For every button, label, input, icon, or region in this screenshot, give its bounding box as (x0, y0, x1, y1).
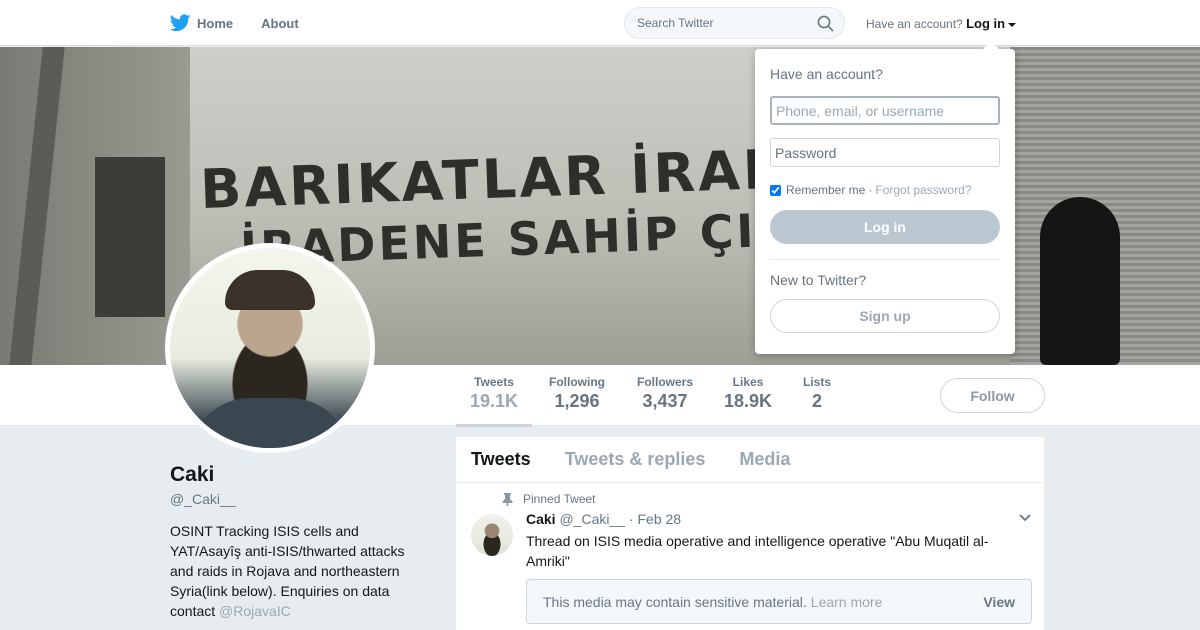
twitter-bird-icon (170, 14, 191, 32)
pin-icon (502, 492, 513, 506)
profile-handle: @_Caki__ (170, 491, 236, 507)
tweet-text: Thread on ISIS media operative and intel… (526, 533, 989, 569)
stat-value: 3,437 (642, 391, 688, 411)
have-account-prompt: Have an account? Log in (866, 16, 1017, 31)
tweet-date[interactable]: · Feb 28 (629, 511, 681, 527)
stat-label: Likes (732, 375, 764, 389)
new-to-twitter-text: New to Twitter? (770, 272, 867, 288)
profile-bio: OSINT Tracking ISIS cells and YAT/Asayîş… (170, 521, 415, 621)
follow-button[interactable]: Follow (940, 378, 1045, 413)
stat-label: Tweets (474, 375, 514, 389)
avatar-hair (225, 270, 315, 310)
profile-name[interactable]: Caki (170, 463, 214, 487)
stat-label: Following (549, 375, 605, 389)
view-media-button[interactable]: View (983, 594, 1015, 610)
password-input[interactable] (770, 138, 1000, 167)
stat-value: 19.1K (470, 391, 519, 411)
nav-left: Home About (170, 0, 327, 46)
nav-about-label: About (261, 15, 299, 31)
pinned-label: Pinned Tweet (523, 492, 596, 506)
banner-door (95, 157, 165, 317)
forgot-password-link[interactable]: Forgot password? (875, 183, 971, 197)
sensitive-text: This media may contain sensitive materia… (543, 593, 807, 610)
sensitive-media-notice: This media may contain sensitive materia… (526, 579, 1032, 624)
stat-following[interactable]: Following 1,296 (548, 375, 606, 412)
remember-me-checkbox[interactable] (770, 184, 781, 196)
nav-home[interactable]: Home (170, 14, 233, 32)
search-input[interactable] (625, 8, 805, 38)
pinned-tweet[interactable]: Pinned Tweet Caki @_Caki__ · Feb 28 Thre… (456, 483, 1044, 630)
remember-row: Remember me · Forgot password? (770, 183, 1000, 197)
tweet-author-name[interactable]: Caki (526, 511, 556, 527)
stat-tweets[interactable]: Tweets 19.1K (456, 375, 532, 427)
tweet-author-avatar[interactable] (471, 514, 513, 556)
tab-media[interactable]: Media (739, 449, 790, 470)
remember-separator: · (868, 183, 873, 197)
tab-tweets-replies[interactable]: Tweets & replies (565, 449, 706, 470)
stat-followers[interactable]: Followers 3,437 (636, 375, 694, 412)
remember-me-label[interactable]: Remember me (786, 183, 865, 197)
tweet-header: Caki @_Caki__ · Feb 28 (526, 511, 681, 527)
stat-label: Lists (802, 375, 831, 389)
stat-value: 18.9K (724, 391, 773, 411)
timeline-tabs: Tweets Tweets & replies Media (456, 437, 1044, 483)
nav-home-label: Home (197, 15, 234, 31)
avatar-photo (170, 248, 370, 448)
search-box (624, 7, 845, 39)
chevron-down-icon[interactable] (1018, 513, 1032, 523)
signup-button[interactable]: Sign up (770, 299, 1000, 333)
login-button[interactable]: Log in (770, 210, 1000, 244)
bio-mention-link[interactable]: @RojavaIC (219, 603, 291, 619)
stat-value: 1,296 (554, 391, 600, 411)
login-dropdown-title: Have an account? (770, 66, 883, 82)
login-link-label: Log in (966, 16, 1006, 31)
login-dropdown-toggle[interactable]: Log in (966, 16, 1017, 31)
top-nav-bar: Home About Have an account? Log in (0, 0, 1200, 46)
stat-likes[interactable]: Likes 18.9K (724, 375, 772, 412)
stat-value: 2 (811, 391, 822, 411)
nav-about[interactable]: About (261, 16, 299, 31)
pinned-indicator: Pinned Tweet (502, 492, 596, 506)
tab-tweets[interactable]: Tweets (471, 449, 531, 470)
stat-lists[interactable]: Lists 2 (802, 375, 832, 412)
profile-avatar[interactable] (165, 243, 375, 453)
tweet-author-handle[interactable]: @_Caki__ (559, 511, 625, 527)
stat-label: Followers (636, 375, 693, 389)
banner-figure (1040, 197, 1120, 365)
username-input[interactable] (770, 96, 1000, 125)
search-icon[interactable] (817, 15, 834, 32)
have-account-text: Have an account? (866, 17, 963, 31)
dropdown-divider (770, 259, 1000, 260)
caret-down-icon (1008, 22, 1017, 27)
timeline: Tweets Tweets & replies Media Pinned Twe… (456, 437, 1044, 630)
learn-more-link[interactable]: Learn more (811, 594, 883, 610)
login-dropdown: Have an account? Remember me · Forgot pa… (755, 41, 1015, 354)
avatar-shoulders (190, 398, 350, 448)
